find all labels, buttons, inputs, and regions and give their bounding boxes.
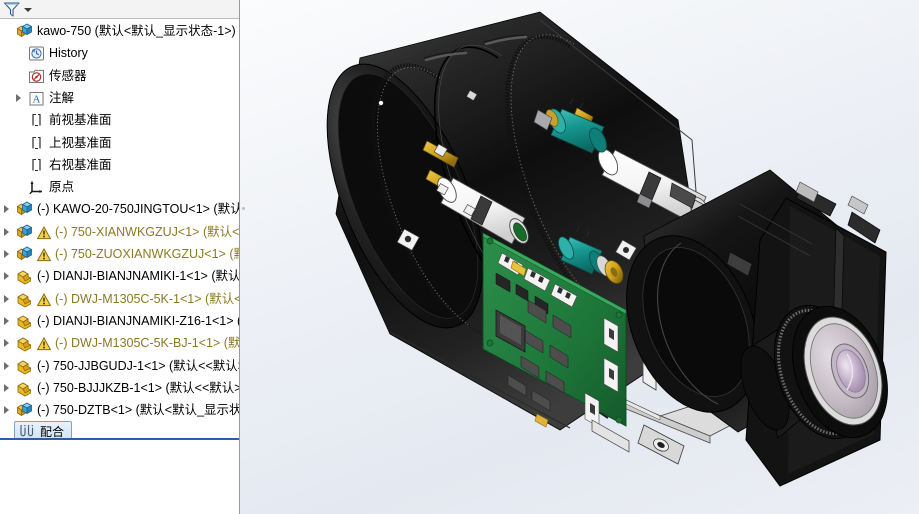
tree-item[interactable]: History bbox=[0, 42, 239, 64]
origin-icon bbox=[28, 179, 45, 196]
plane-icon bbox=[28, 135, 45, 152]
tree-item-label: (-) DWJ-M1305C-5K-1<1> (默认<默认_显示状态-1>) bbox=[55, 291, 239, 306]
tree-item-label: (-) 750-XIANWKGZUJ<1> (默认<默认_显示状态-1>) bbox=[55, 224, 239, 239]
part-icon bbox=[16, 313, 33, 330]
part-icon bbox=[16, 291, 33, 308]
tree-toolbar bbox=[0, 0, 239, 19]
tree-item-label: (-) KAWO-20-750JINGTOU<1> (默认<默认_显示状态-1>… bbox=[37, 202, 239, 217]
tree-item[interactable]: (-) DWJ-M1305C-5K-BJ-1<1> (默认<默认_显示状态-1>… bbox=[0, 332, 239, 354]
tree-item-label: (-) DIANJI-BIANJNAMIKI-Z16-1<1> (默认<默认_显… bbox=[37, 313, 239, 328]
tree-item-label: 传感器 bbox=[49, 68, 87, 83]
tree-item-label: History bbox=[49, 46, 88, 61]
tree-item-label: 前视基准面 bbox=[49, 113, 112, 128]
tree-item[interactable]: (-) DIANJI-BIANJNAMIKI-Z16-1<1> (默认<默认_显… bbox=[0, 310, 239, 332]
tree-item-label: (-) 750-BJJJKZB-1<1> (默认<<默认>_显示状态 1>) bbox=[37, 380, 239, 395]
part-icon bbox=[16, 268, 33, 285]
plane-icon bbox=[28, 112, 45, 129]
tree-item-label: (-) DIANJI-BIANJNAMIKI-1<1> (默认<默认_显示状态-… bbox=[37, 269, 239, 284]
tree-item[interactable]: (-) 750-BJJJKZB-1<1> (默认<<默认>_显示状态 1>) bbox=[0, 377, 239, 399]
tree-item-label: (-) 750-ZUOXIANWKGZUJ<1> (默认<默认_显示状态-1>) bbox=[55, 247, 239, 261]
index-dot bbox=[378, 100, 384, 106]
viewport-corner-dot bbox=[242, 207, 245, 210]
feature-tree[interactable]: kawo-750 (默认<默认_显示状态-1>) History 传感器 A 注解前视基… bbox=[0, 20, 239, 420]
tree-item[interactable]: 前视基准面 bbox=[0, 109, 239, 131]
assembly-icon bbox=[16, 23, 33, 40]
tree-item-label: 原点 bbox=[49, 180, 75, 195]
expand-twisty-icon[interactable] bbox=[16, 93, 21, 102]
history-icon bbox=[28, 45, 45, 62]
expand-twisty-icon[interactable] bbox=[4, 227, 9, 236]
tree-item[interactable]: A 注解 bbox=[0, 87, 239, 109]
expand-twisty-icon[interactable] bbox=[4, 250, 9, 258]
plane-icon bbox=[28, 157, 45, 174]
warning-icon bbox=[36, 336, 52, 351]
tree-item[interactable]: kawo-750 (默认<默认_显示状态-1>) bbox=[0, 20, 239, 42]
expand-twisty-icon[interactable] bbox=[4, 272, 9, 281]
expand-twisty-icon[interactable] bbox=[4, 294, 9, 303]
sensors-icon bbox=[28, 68, 45, 85]
tree-item-label: 注解 bbox=[49, 90, 75, 105]
tree-item-label: 上视基准面 bbox=[49, 135, 112, 150]
cad-model-render bbox=[326, 11, 888, 487]
tree-item[interactable]: 传感器 bbox=[0, 65, 239, 87]
assembly-icon bbox=[16, 246, 33, 263]
part-icon bbox=[16, 358, 33, 375]
mounting-foot bbox=[637, 424, 685, 465]
tree-item[interactable]: (-) 750-ZUOXIANWKGZUJ<1> (默认<默认_显示状态-1>) bbox=[0, 243, 239, 265]
warning-icon bbox=[36, 247, 52, 262]
paperclip-mates-icon bbox=[20, 424, 34, 436]
tree-item[interactable]: 原点 bbox=[0, 176, 239, 198]
tree-item[interactable]: (-) DWJ-M1305C-5K-1<1> (默认<默认_显示状态-1>) bbox=[0, 288, 239, 310]
tree-item[interactable]: (-) DIANJI-BIANJNAMIKI-1<1> (默认<默认_显示状态-… bbox=[0, 265, 239, 287]
assembly-icon bbox=[16, 402, 33, 419]
tree-item-label: (-) 750-DZTB<1> (默认<默认_显示状态-1>) bbox=[37, 403, 239, 418]
feature-manager-panel: kawo-750 (默认<默认_显示状态-1>) History 传感器 A 注解前视基… bbox=[0, 0, 240, 514]
expand-twisty-icon[interactable] bbox=[4, 383, 9, 392]
expand-twisty-icon[interactable] bbox=[4, 316, 9, 325]
tree-item[interactable]: (-) 750-DZTB<1> (默认<默认_显示状态-1>) bbox=[0, 399, 239, 420]
chevron-down-icon[interactable] bbox=[24, 8, 32, 12]
mates-tab-label: 配合 bbox=[40, 424, 65, 439]
tree-item[interactable]: (-) 750-JJBGUDJ-1<1> (默认<<默认>_显示状态 1>) bbox=[0, 355, 239, 377]
part-icon bbox=[16, 380, 33, 397]
filter-funnel-icon[interactable] bbox=[3, 1, 21, 18]
expand-twisty-icon[interactable] bbox=[4, 361, 9, 370]
tree-item[interactable]: (-) 750-XIANWKGZUJ<1> (默认<默认_显示状态-1>) bbox=[0, 221, 239, 243]
part-icon bbox=[16, 335, 33, 352]
tree-item-label: 右视基准面 bbox=[49, 157, 112, 172]
tree-item[interactable]: 右视基准面 bbox=[0, 154, 239, 176]
tree-item-label: kawo-750 (默认<默认_显示状态-1>) bbox=[37, 24, 236, 38]
tree-item[interactable]: 上视基准面 bbox=[0, 132, 239, 154]
tree-empty-area bbox=[0, 440, 239, 514]
solidworks-window: kawo-750 (默认<默认_显示状态-1>) History 传感器 A 注解前视基… bbox=[0, 0, 919, 514]
expand-twisty-icon[interactable] bbox=[4, 406, 9, 415]
tree-item-label: (-) 750-JJBGUDJ-1<1> (默认<<默认>_显示状态 1>) bbox=[37, 358, 239, 373]
expand-twisty-icon[interactable] bbox=[4, 339, 9, 348]
warning-icon bbox=[36, 292, 52, 306]
warning-icon bbox=[36, 225, 52, 239]
expand-twisty-icon[interactable] bbox=[4, 205, 9, 214]
tree-item-label: (-) DWJ-M1305C-5K-BJ-1<1> (默认<默认_显示状态-1>… bbox=[55, 336, 239, 351]
tree-item[interactable]: (-) KAWO-20-750JINGTOU<1> (默认<默认_显示状态-1>… bbox=[0, 198, 239, 220]
svg-text:A: A bbox=[33, 93, 41, 105]
annotations-icon: A bbox=[28, 90, 45, 107]
graphics-viewport[interactable] bbox=[240, 0, 919, 514]
assembly-icon bbox=[16, 224, 33, 241]
assembly-icon bbox=[16, 201, 33, 218]
